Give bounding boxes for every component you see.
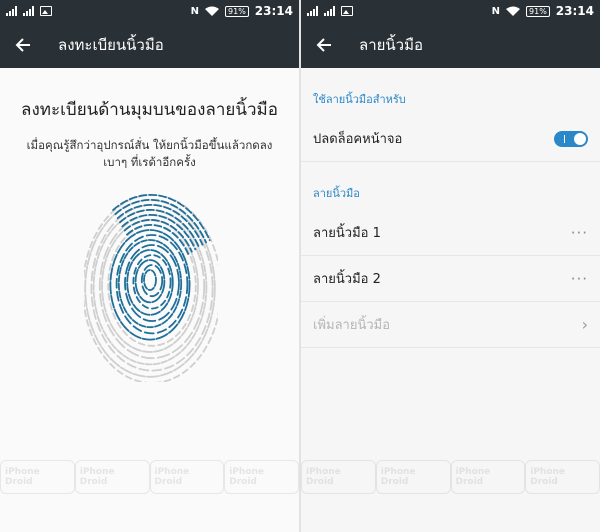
wifi-icon: [506, 6, 521, 16]
status-bar: N 91% 23:14: [0, 0, 299, 22]
enroll-content: ลงทะเบียนด้านมุมบนของลายนิ้วมือ เมื่อคุณ…: [0, 68, 299, 171]
image-notification-icon: [40, 6, 52, 16]
fingerprint-settings-screen: N 91% 23:14 ลายนิ้วมือ ใช้ลายนิ้วมือสำหร…: [301, 0, 600, 532]
nfc-icon: N: [491, 5, 501, 17]
back-button[interactable]: [0, 22, 46, 68]
fingerprint-item[interactable]: ลายนิ้วมือ 2 ···: [301, 256, 600, 302]
fingerprint-item-label: ลายนิ้วมือ 2: [313, 272, 381, 287]
signal-icon: [6, 6, 17, 16]
watermark: iPhone Droid iPhone Droid iPhone Droid i…: [0, 460, 299, 494]
add-fingerprint-label: เพิ่มลายนิ้วมือ: [313, 318, 391, 333]
enroll-instruction: เมื่อคุณรู้สึกว่าอุปกรณ์สั่น ให้ยกนิ้วมื…: [26, 138, 273, 169]
clock: 23:14: [254, 4, 293, 18]
fingerprint-item-label: ลายนิ้วมือ 1: [313, 226, 381, 241]
fingerprint-icon: [82, 188, 222, 386]
battery-icon: 91%: [225, 5, 249, 17]
fingerprint-item[interactable]: ลายนิ้วมือ 1 ···: [301, 210, 600, 256]
unlock-screen-label: ปลดล็อคหน้าจอ: [313, 132, 403, 147]
battery-icon: 91%: [526, 5, 550, 17]
page-title: ลงทะเบียนนิ้วมือ: [58, 36, 164, 54]
image-notification-icon: [341, 6, 353, 16]
chevron-right-icon: ›: [581, 315, 588, 334]
back-arrow-icon: [15, 38, 30, 52]
more-options-icon[interactable]: ···: [571, 270, 588, 288]
status-bar: N 91% 23:14: [301, 0, 600, 22]
unlock-screen-row[interactable]: ปลดล็อคหน้าจอ: [301, 116, 600, 162]
app-bar: ลายนิ้วมือ: [301, 22, 600, 68]
enroll-heading: ลงทะเบียนด้านมุมบนของลายนิ้วมือ: [21, 100, 278, 120]
more-options-icon[interactable]: ···: [571, 224, 588, 242]
signal-icon-2: [324, 6, 335, 16]
nfc-icon: N: [190, 5, 200, 17]
watermark: iPhone Droid iPhone Droid iPhone Droid i…: [301, 460, 600, 494]
page-title: ลายนิ้วมือ: [359, 36, 423, 54]
add-fingerprint-row[interactable]: เพิ่มลายนิ้วมือ ›: [301, 302, 600, 348]
signal-icon-2: [23, 6, 34, 16]
section-header-use-for: ใช้ลายนิ้วมือสำหรับ: [313, 93, 406, 106]
back-button[interactable]: [301, 22, 347, 68]
unlock-screen-toggle[interactable]: [554, 130, 588, 147]
signal-icon: [307, 6, 318, 16]
back-arrow-icon: [316, 38, 331, 52]
enroll-fingerprint-screen: N 91% 23:14 ลงทะเบียนนิ้วมือ ลงทะเบียนด้…: [0, 0, 299, 532]
clock: 23:14: [555, 4, 594, 18]
app-bar: ลงทะเบียนนิ้วมือ: [0, 22, 299, 68]
wifi-icon: [205, 6, 220, 16]
section-header-fingerprints: ลายนิ้วมือ: [313, 187, 360, 200]
